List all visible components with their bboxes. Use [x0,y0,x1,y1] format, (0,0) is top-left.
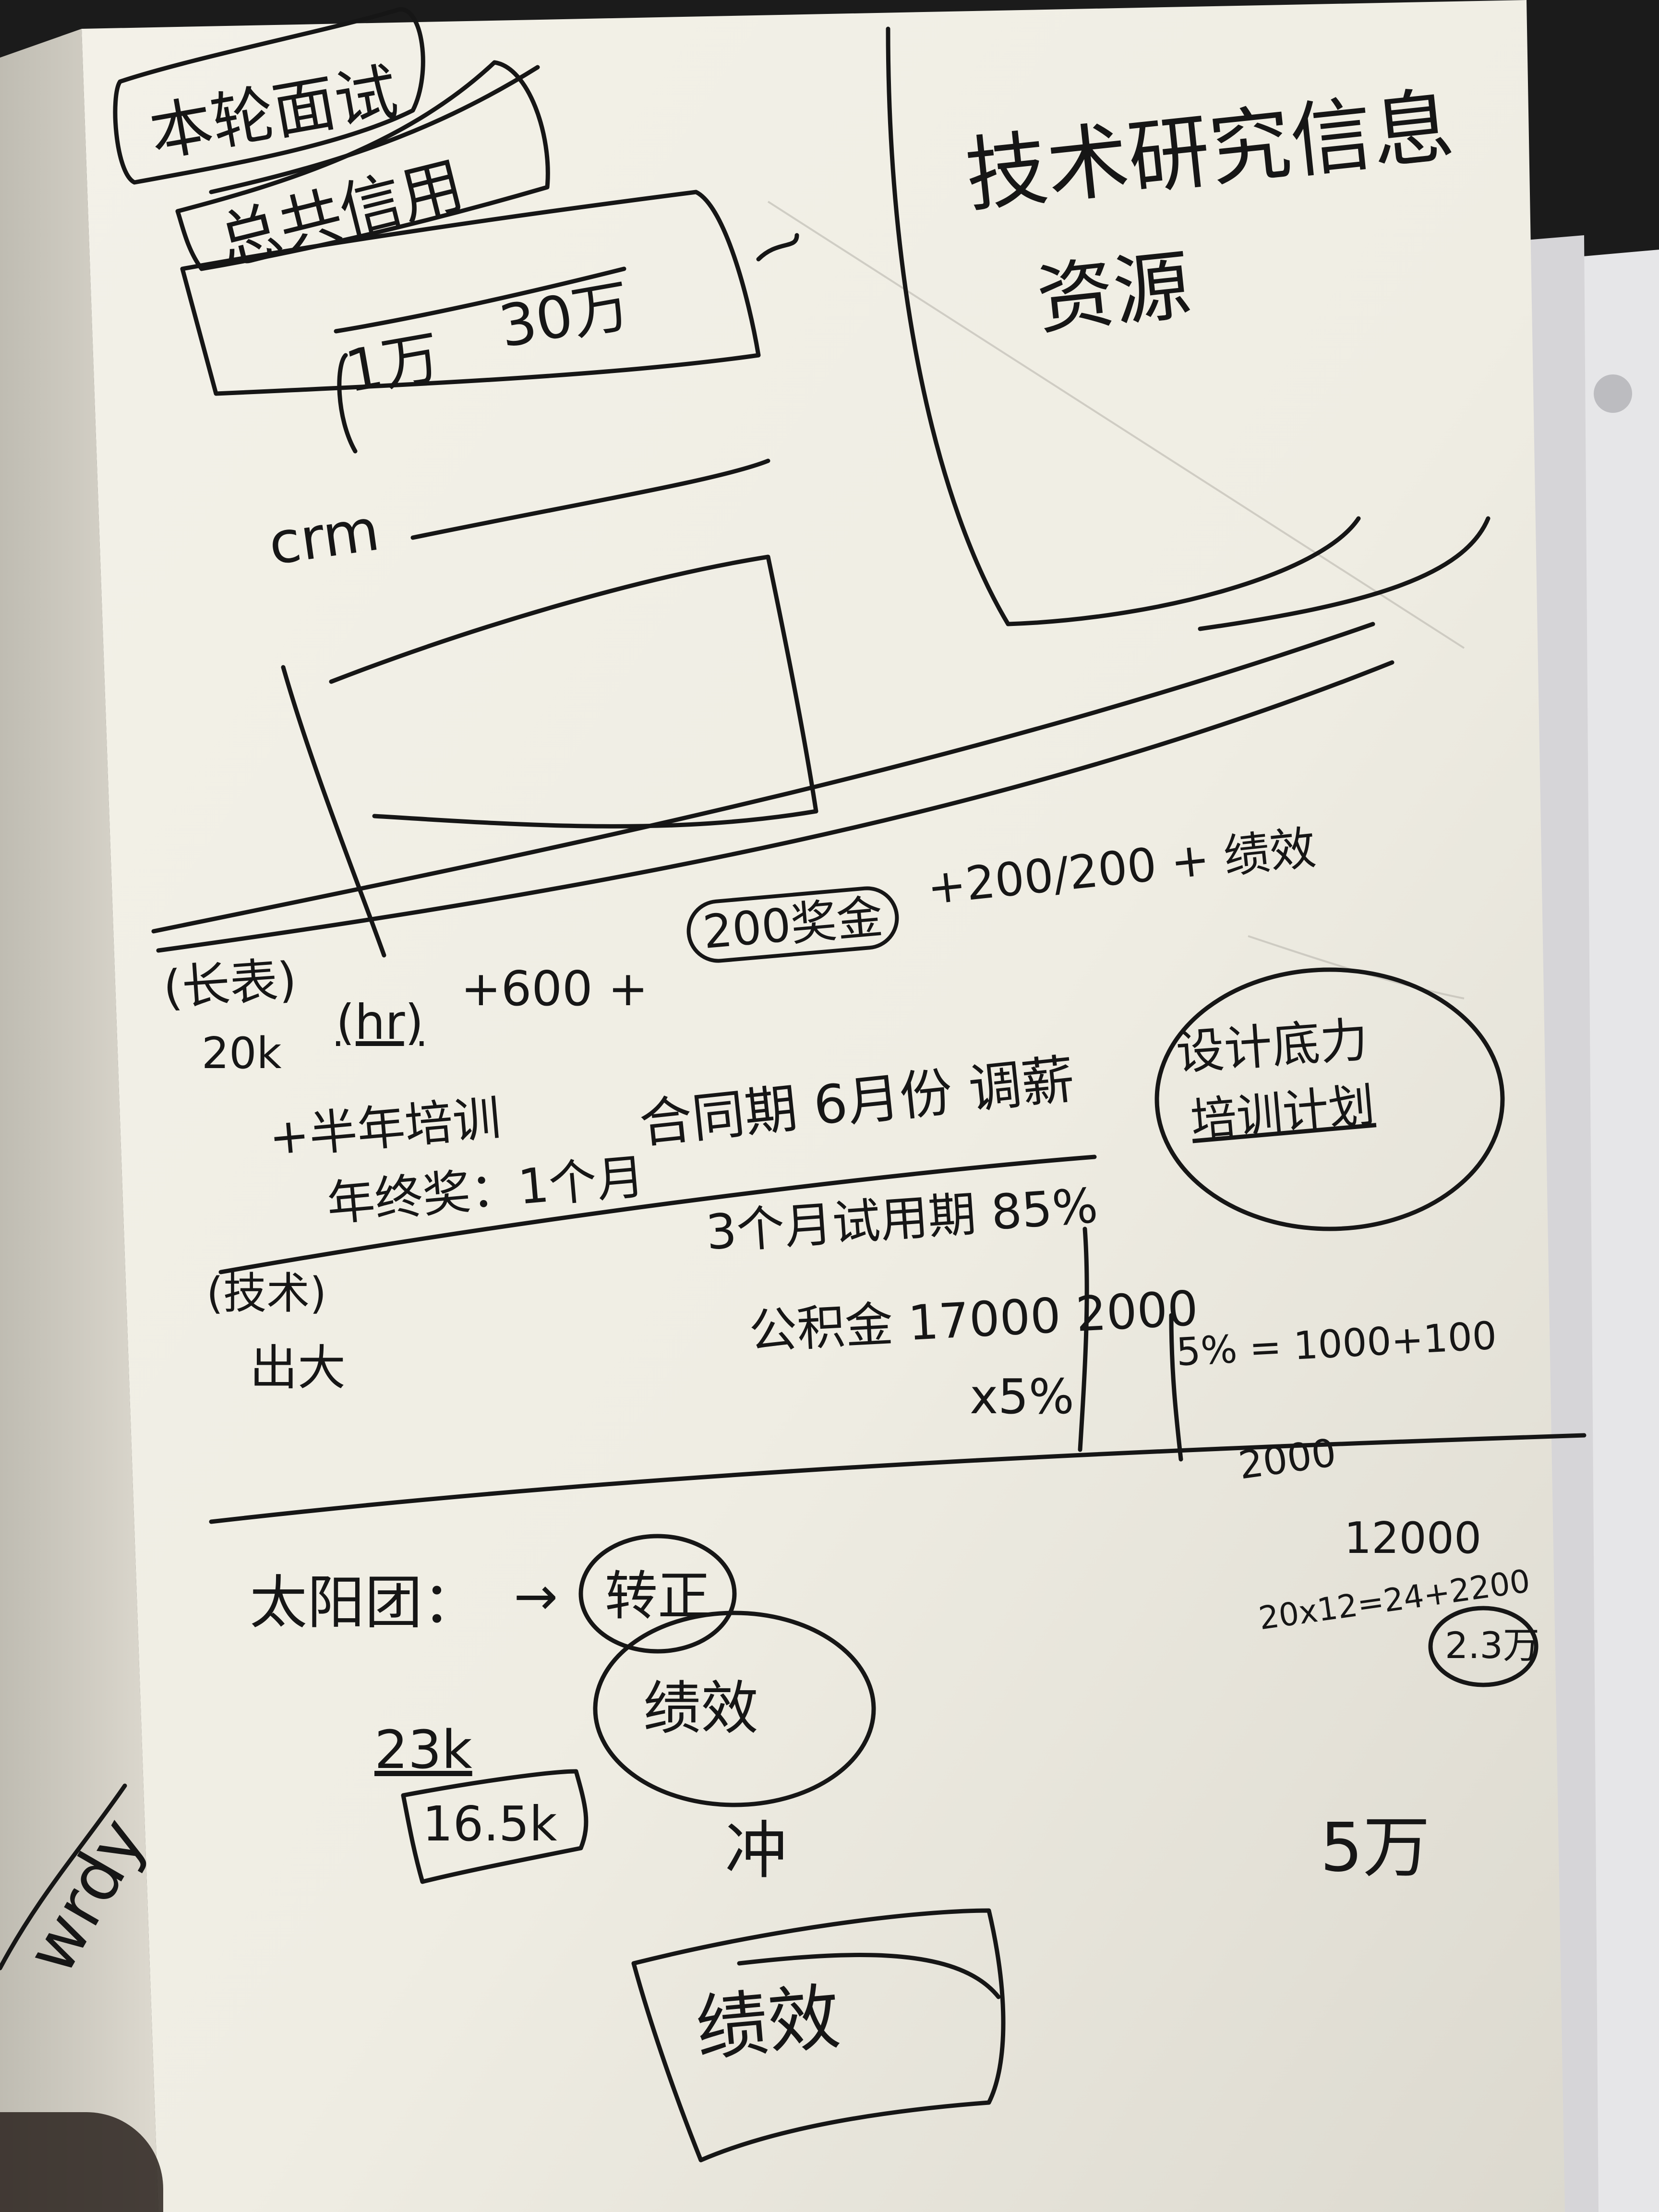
row3-circle-a: 转正 [605,1565,710,1627]
row3-calc-b: 12000 [1344,1513,1482,1563]
row2-name: 出大 [250,1340,346,1396]
row1-expr-600: +600 + [461,961,649,1017]
row3-tail: 5万 [1320,1809,1431,1887]
row3-mid: 冲 [725,1814,788,1887]
row3-calc-d: 2.3万 [1445,1624,1539,1667]
row3-amount-top: 23k [374,1719,472,1780]
right-note-line2: 资源 [1033,240,1195,346]
row3-arrow: → [514,1565,558,1627]
row2-tag: (技术) [206,1268,327,1319]
row3-box-bottom: 绩效 [692,1975,844,2071]
row1-amount: 20k [202,1028,282,1079]
note-label-crm: crm [264,496,384,578]
row3-amount-box: 16.5k [422,1796,557,1852]
row1-tag: (长表) [161,951,299,1017]
row1-bubble-line1: 设计底力 [1174,1011,1370,1081]
row2-line3: x5% [970,1369,1074,1425]
row1-expr-hr: (hr) [336,994,424,1050]
row3-circle-b: 绩效 [643,1675,758,1742]
row3-team: 太阳团： [250,1570,480,1636]
note-item-3: 1万 [340,324,445,406]
